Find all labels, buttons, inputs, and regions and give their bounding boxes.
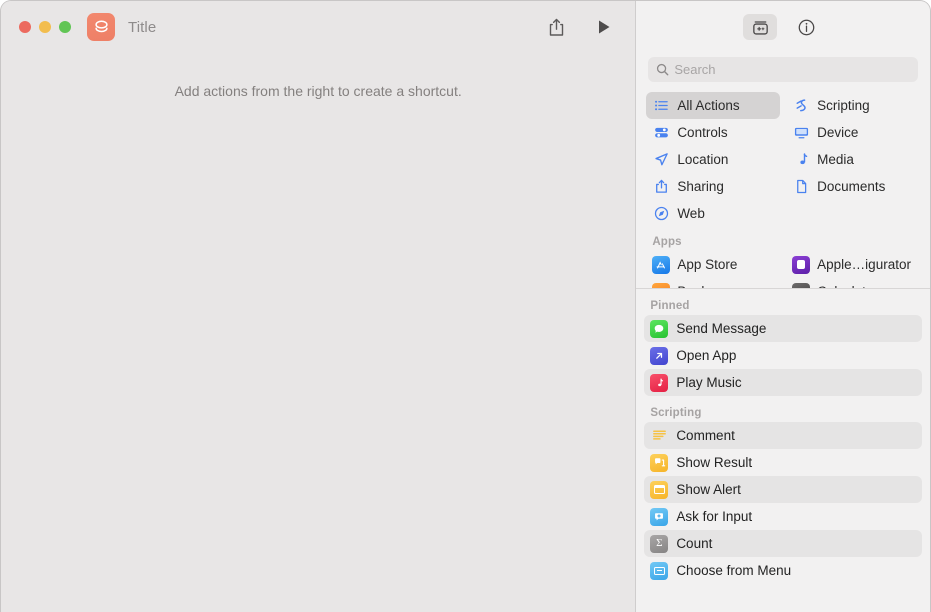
run-button[interactable] xyxy=(589,13,619,41)
shortcuts-app-icon xyxy=(87,13,115,41)
search-icon xyxy=(656,63,669,76)
shortcut-editor-pane: Title Add actions from the right to crea… xyxy=(1,1,637,612)
action-label: Open App xyxy=(676,348,737,363)
action-list[interactable]: Pinned Send Message Open App Play Music … xyxy=(636,289,930,612)
action-label: Choose from Menu xyxy=(676,563,792,578)
action-row-send-message[interactable]: Send Message xyxy=(644,315,922,342)
app-item-books[interactable]: Books xyxy=(646,278,780,288)
app-item-app-store[interactable]: App Store xyxy=(646,251,780,278)
category-all-actions[interactable]: All Actions xyxy=(646,92,781,119)
app-store-icon xyxy=(652,255,671,274)
action-label: Play Music xyxy=(676,375,742,390)
share-button[interactable] xyxy=(541,13,571,41)
action-label: Count xyxy=(676,536,713,551)
controls-icon xyxy=(652,125,670,140)
app-item-calculator[interactable]: Calculator xyxy=(786,278,920,288)
category-label: All Actions xyxy=(677,98,740,113)
calculator-icon xyxy=(792,282,811,288)
location-icon xyxy=(652,152,670,167)
window-titlebar: Title xyxy=(1,1,635,53)
category-scripting[interactable]: Scripting xyxy=(786,92,920,119)
scripting-icon xyxy=(792,98,810,113)
shortcut-details-button[interactable] xyxy=(789,14,823,40)
action-label: Show Alert xyxy=(676,482,741,497)
category-label: Sharing xyxy=(677,179,724,194)
minimize-button[interactable] xyxy=(39,21,51,33)
zoom-button[interactable] xyxy=(59,21,71,33)
count-sigma-icon: Σ xyxy=(650,534,669,553)
share-icon xyxy=(652,179,670,194)
messages-icon xyxy=(650,319,669,338)
apple-configurator-icon xyxy=(792,255,811,274)
category-web[interactable]: Web xyxy=(646,200,780,227)
close-button[interactable] xyxy=(19,21,31,33)
app-label: Apple…igurator xyxy=(817,257,911,272)
show-result-icon xyxy=(650,453,669,472)
comment-icon xyxy=(650,427,668,445)
category-controls[interactable]: Controls xyxy=(646,119,780,146)
category-documents[interactable]: Documents xyxy=(786,173,920,200)
category-device[interactable]: Device xyxy=(786,119,920,146)
books-icon xyxy=(652,282,671,288)
category-label: Device xyxy=(817,125,859,140)
ask-for-input-icon xyxy=(650,507,669,526)
app-label: Books xyxy=(677,284,715,288)
shortcut-title[interactable]: Title xyxy=(128,19,156,36)
search-input[interactable] xyxy=(674,62,910,77)
library-toolbar xyxy=(636,1,930,53)
action-row-play-music[interactable]: Play Music xyxy=(644,369,922,396)
list-icon xyxy=(652,98,670,113)
editor-empty-state-message: Add actions from the right to create a s… xyxy=(174,83,462,99)
action-label: Ask for Input xyxy=(676,509,753,524)
media-note-icon xyxy=(792,152,810,167)
action-label: Send Message xyxy=(676,321,767,336)
app-label: Calculator xyxy=(817,284,878,288)
category-label: Media xyxy=(817,152,854,167)
category-label: Web xyxy=(677,206,705,221)
action-label: Show Result xyxy=(676,455,753,470)
action-row-ask-for-input[interactable]: Ask for Input xyxy=(644,503,922,530)
category-list[interactable]: All Actions Scripting Controls Device Lo… xyxy=(636,92,930,288)
action-row-show-result[interactable]: Show Result xyxy=(644,449,922,476)
open-app-icon xyxy=(650,346,669,365)
category-location[interactable]: Location xyxy=(646,146,780,173)
shortcuts-window: Title Add actions from the right to crea… xyxy=(0,0,931,612)
category-label: Location xyxy=(677,152,729,167)
action-row-choose-from-menu[interactable]: Choose from Menu xyxy=(644,557,922,584)
scripting-section-header: Scripting xyxy=(650,407,702,419)
category-label: Documents xyxy=(817,179,886,194)
apps-section-header: Apps xyxy=(652,236,682,248)
action-row-comment[interactable]: Comment xyxy=(644,422,922,449)
category-sharing[interactable]: Sharing xyxy=(646,173,780,200)
pinned-section-header: Pinned xyxy=(650,300,690,312)
compass-icon xyxy=(652,206,670,221)
device-icon xyxy=(792,125,810,140)
music-icon xyxy=(650,373,669,392)
search-container xyxy=(636,53,930,92)
app-label: App Store xyxy=(677,257,738,272)
action-label: Comment xyxy=(676,428,735,443)
action-library-button[interactable] xyxy=(743,14,778,40)
category-label: Scripting xyxy=(817,98,870,113)
action-row-show-alert[interactable]: Show Alert xyxy=(644,476,922,503)
category-grid: All Actions Scripting Controls Device Lo… xyxy=(646,92,920,288)
app-item-apple-configurator[interactable]: Apple…igurator xyxy=(786,251,920,278)
traffic-lights xyxy=(19,21,71,33)
choose-from-menu-icon xyxy=(650,561,669,580)
document-icon xyxy=(792,179,810,194)
action-row-count[interactable]: Σ Count xyxy=(644,530,922,557)
category-label: Controls xyxy=(677,125,728,140)
show-alert-icon xyxy=(650,480,669,499)
category-media[interactable]: Media xyxy=(786,146,920,173)
action-row-open-app[interactable]: Open App xyxy=(644,342,922,369)
search-field[interactable] xyxy=(648,57,918,82)
action-library-pane: All Actions Scripting xyxy=(636,1,930,612)
